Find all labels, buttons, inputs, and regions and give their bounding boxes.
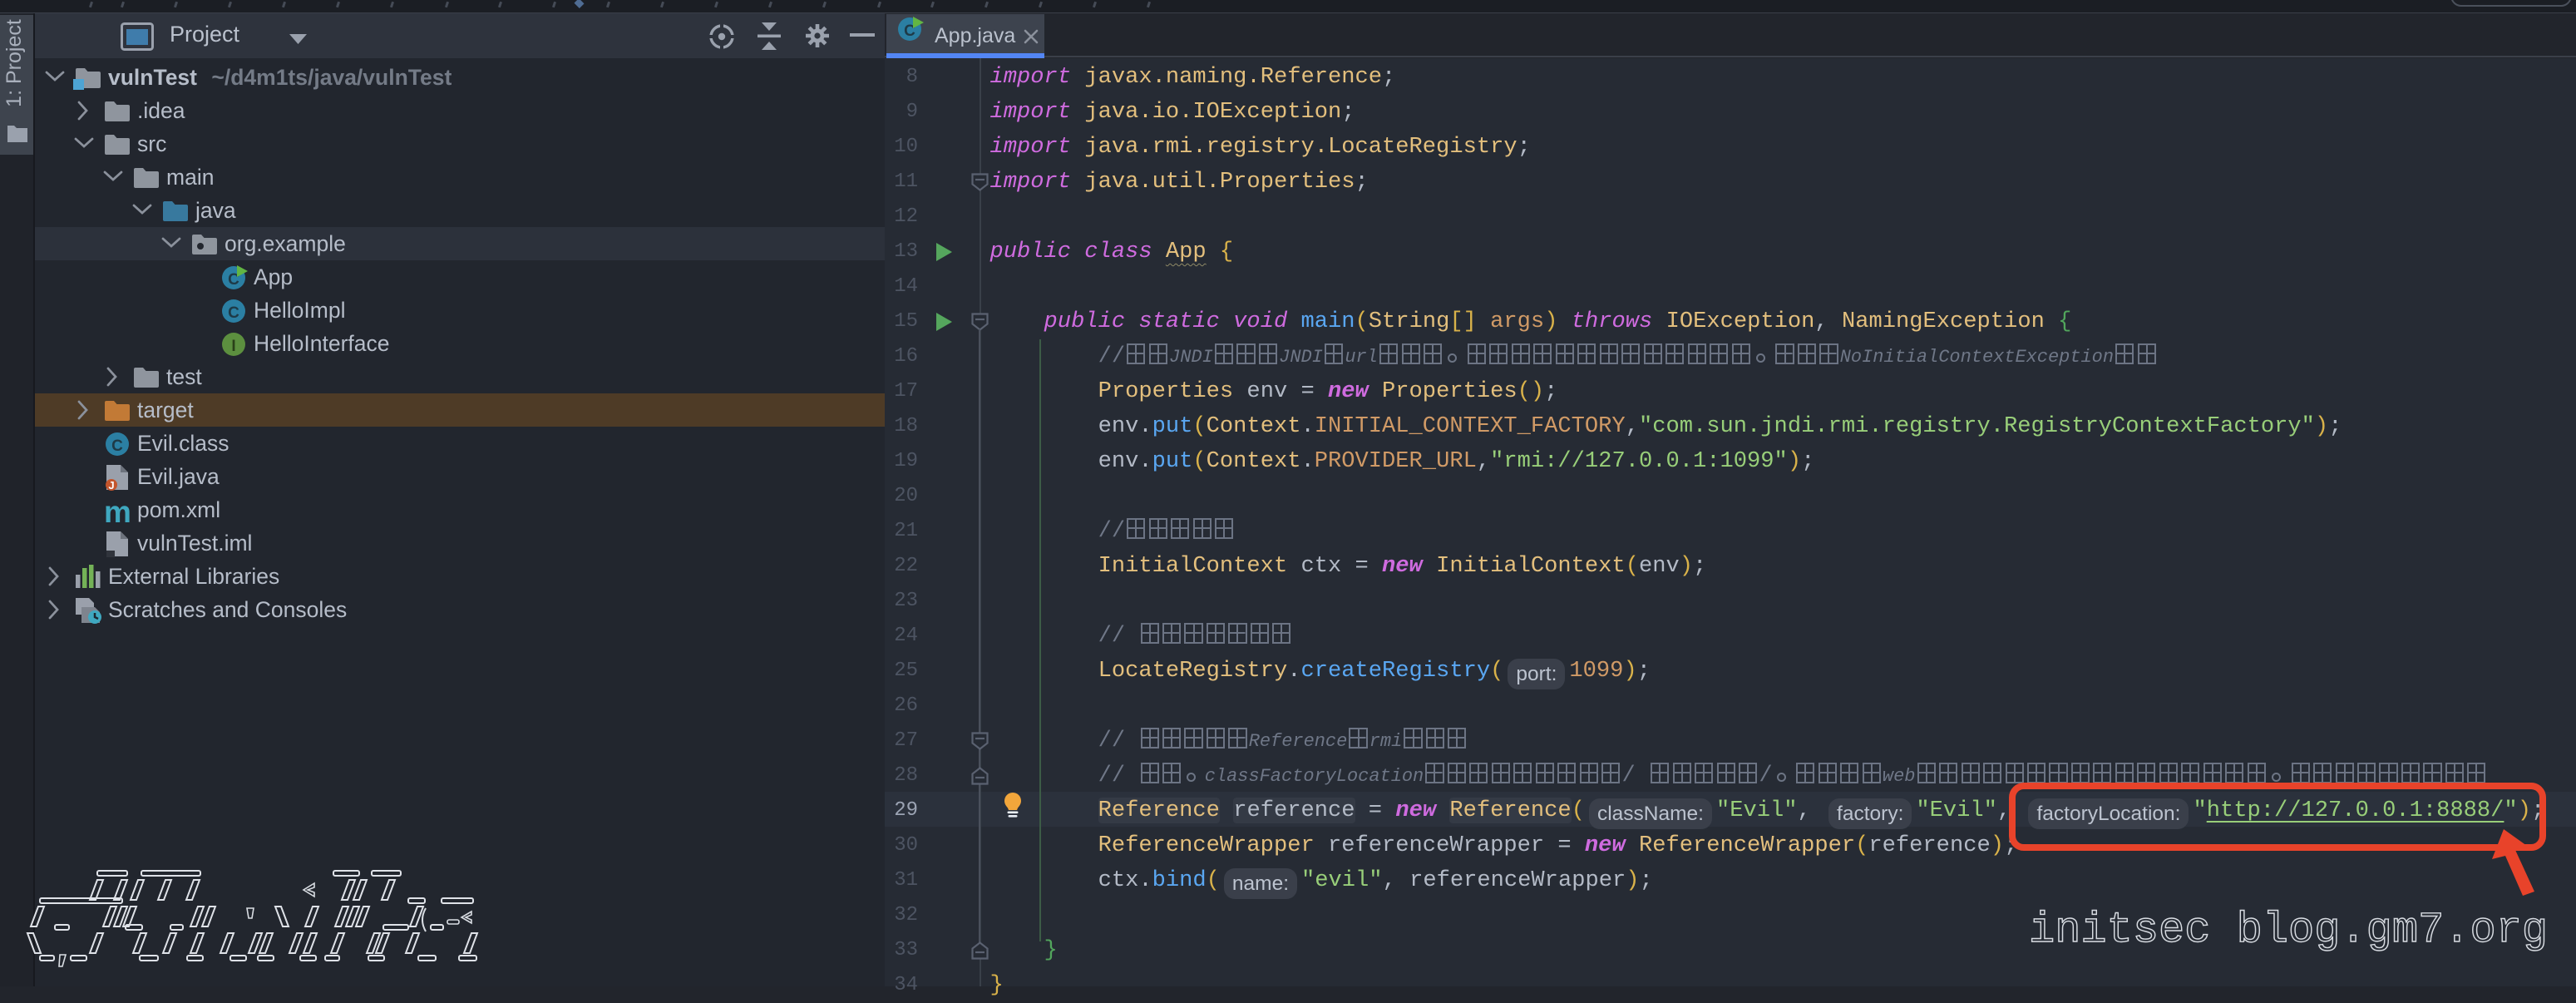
svg-text:J: J (108, 479, 114, 492)
svg-text:C: C (111, 437, 123, 455)
svg-text:C: C (228, 304, 239, 322)
svg-text:I: I (231, 338, 235, 355)
